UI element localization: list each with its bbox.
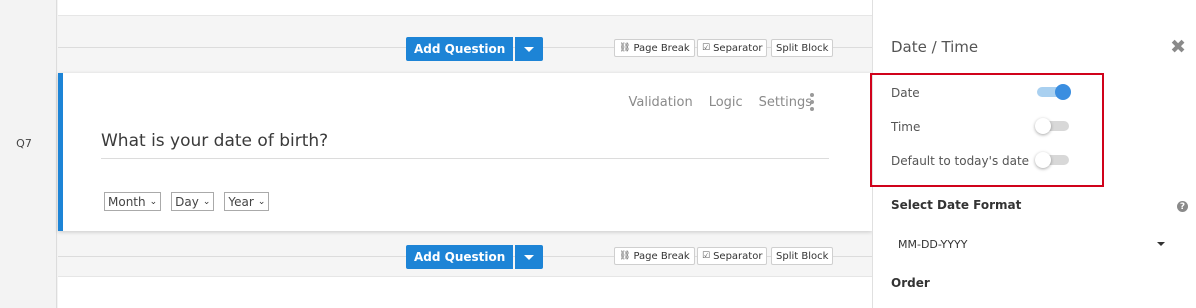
chevron-down-icon: ⌄ — [202, 196, 211, 207]
select-date-format-label: Select Date Format — [891, 198, 1022, 212]
date-selects: Month ⌄ Day ⌄ Year ⌄ — [104, 192, 270, 211]
default-today-option-label: Default to today's date — [891, 154, 1030, 168]
default-today-toggle[interactable] — [1035, 152, 1069, 168]
checkbox-icon: ☑ — [702, 251, 711, 261]
date-toggle[interactable] — [1037, 84, 1071, 100]
date-option-label: Date — [891, 86, 920, 100]
logic-link[interactable]: Logic — [709, 95, 743, 110]
separator-button[interactable]: ☑ Separator — [697, 39, 768, 57]
question-tools: Validation Logic Settings — [628, 95, 812, 110]
next-question-card[interactable] — [58, 276, 872, 308]
survey-canvas: Add Question ⛓ Page Break ☑ Separator Sp… — [58, 0, 872, 308]
add-question-dropdown-button[interactable] — [515, 37, 544, 61]
add-question-button[interactable]: Add Question — [406, 37, 514, 61]
month-select[interactable]: Month ⌄ — [104, 192, 162, 211]
page-break-icon: ⛓ — [619, 251, 631, 261]
add-question-button[interactable]: Add Question — [406, 245, 514, 269]
caret-down-icon — [524, 254, 535, 260]
chevron-down-icon: ⌄ — [257, 196, 266, 207]
question-text-underline — [101, 158, 829, 159]
split-block-button[interactable]: Split Block — [771, 39, 834, 57]
add-question-group-bottom: Add Question — [406, 245, 544, 269]
more-options-icon[interactable] — [810, 93, 814, 111]
caret-down-icon — [524, 46, 535, 52]
help-icon[interactable]: ? — [1177, 201, 1188, 212]
checkbox-icon: ☑ — [702, 43, 711, 53]
page-break-button[interactable]: ⛓ Page Break — [614, 247, 695, 265]
validation-link[interactable]: Validation — [628, 95, 692, 110]
question-gutter — [0, 0, 57, 308]
separator-button[interactable]: ☑ Separator — [697, 247, 768, 265]
question-number: Q7 — [16, 137, 32, 150]
add-question-group-top: Add Question — [406, 37, 544, 61]
year-select[interactable]: Year ⌄ — [224, 192, 270, 211]
split-block-button[interactable]: Split Block — [771, 247, 834, 265]
page-break-icon: ⛓ — [619, 43, 631, 53]
question-text[interactable]: What is your date of birth? — [101, 131, 328, 151]
date-time-panel: Date / Time ✖ Date Time Default to today… — [870, 0, 1196, 308]
previous-question-card[interactable] — [58, 0, 872, 16]
time-toggle[interactable] — [1035, 118, 1069, 134]
date-format-select[interactable]: MM-DD-YYYY — [891, 230, 1169, 258]
day-select[interactable]: Day ⌄ — [171, 192, 215, 211]
question-card[interactable]: Validation Logic Settings What is your d… — [58, 73, 872, 231]
panel-title: Date / Time — [891, 38, 979, 56]
time-option-label: Time — [891, 120, 921, 134]
chevron-down-icon: ⌄ — [149, 196, 158, 207]
settings-link[interactable]: Settings — [759, 95, 812, 110]
close-icon[interactable]: ✖ — [1170, 38, 1186, 57]
add-question-dropdown-button[interactable] — [515, 245, 544, 269]
page-break-button[interactable]: ⛓ Page Break — [614, 39, 695, 57]
order-label: Order — [891, 276, 930, 290]
caret-down-icon — [1157, 242, 1165, 246]
